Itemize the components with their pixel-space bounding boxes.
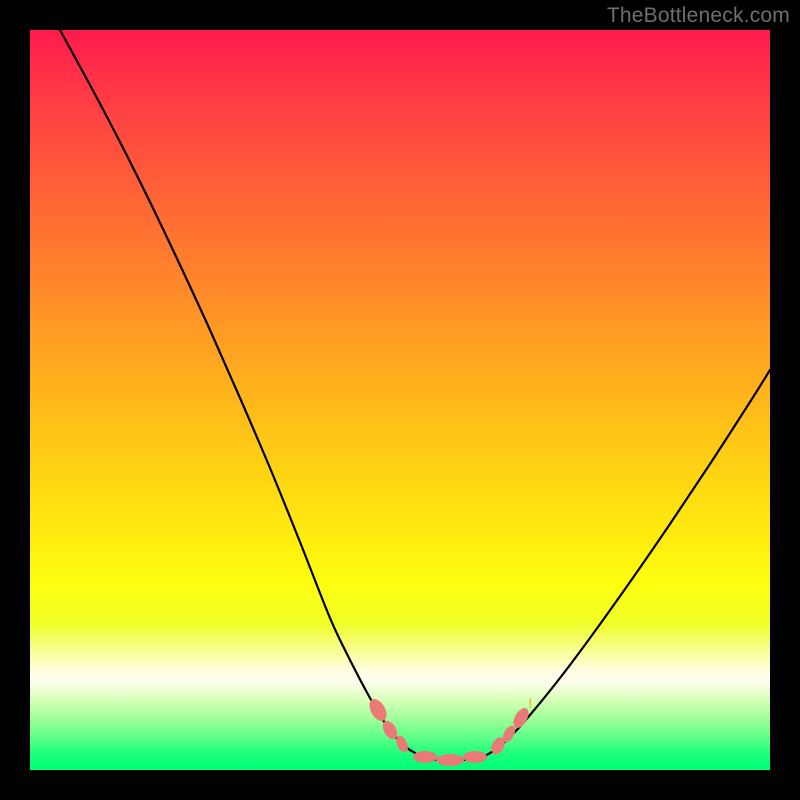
valley-marker [366, 696, 390, 724]
chart-svg: ! [30, 30, 770, 770]
curve-line [60, 30, 770, 760]
valley-marker [413, 751, 437, 763]
watermark-text: TheBottleneck.com [607, 4, 790, 28]
valley-marker [463, 751, 487, 763]
plot-area: ! [30, 30, 770, 770]
annotation-text: ! [528, 695, 533, 711]
valley-marker [436, 754, 464, 766]
valley-markers [366, 696, 532, 766]
annotations: ! [528, 695, 533, 711]
chart-frame: ! TheBottleneck.com [0, 0, 800, 800]
